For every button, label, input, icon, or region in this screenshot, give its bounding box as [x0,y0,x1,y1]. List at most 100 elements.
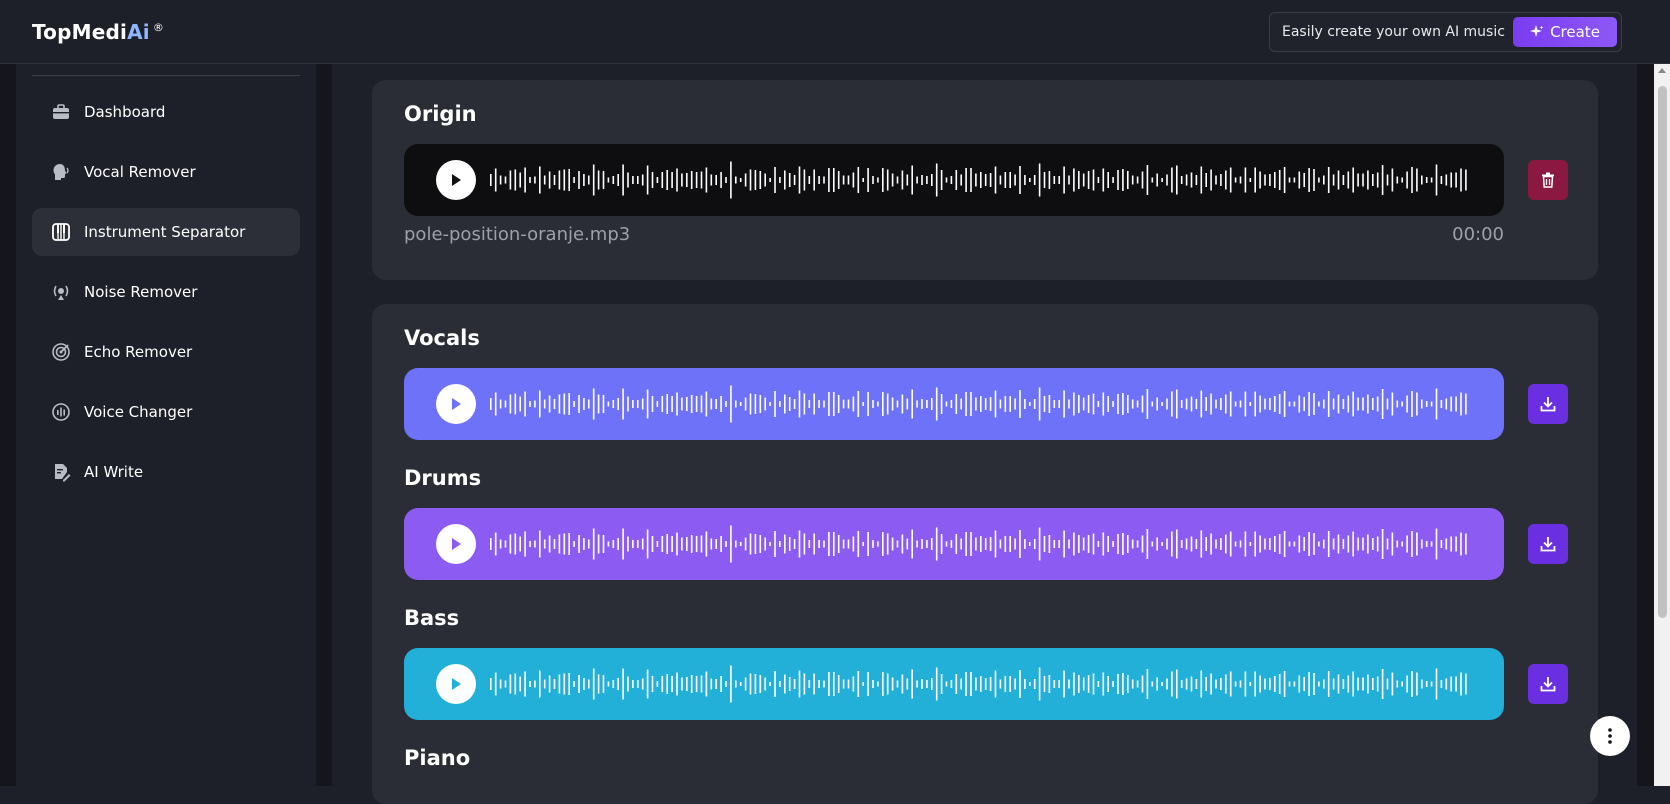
waveform-bar [1122,673,1124,695]
waveform-bar [1303,173,1305,187]
waveform-bar [578,675,580,693]
waveform-bar [950,400,953,408]
waveform-bar [1430,541,1433,547]
waveform-bar [695,172,698,188]
sidebar-item-vocal-remover[interactable]: Vocal Remover [32,148,300,196]
briefcase-icon [50,101,72,123]
waveform-bar [1416,672,1418,696]
waveform-bar [1038,387,1041,421]
play-button[interactable] [436,664,476,704]
scrollbar-thumb[interactable] [1658,86,1667,618]
play-button[interactable] [436,524,476,564]
sidebar-item-label: Vocal Remover [84,163,196,181]
sidebar-item-instrument-separator[interactable]: Instrument Separator [32,208,300,256]
waveform-bar [1440,540,1443,548]
waveform-bar [818,680,820,688]
waveform-bar [828,168,830,192]
waveform[interactable] [490,160,1470,200]
waveform-bar [690,535,693,553]
waveform-bar [1195,679,1198,689]
waveform-bar [1053,400,1056,408]
waveform-bar [1337,170,1340,190]
waveform-bar [1195,399,1198,409]
waveform-bar [1156,173,1158,187]
waveform-bar [534,680,536,688]
waveform-bar [1048,171,1051,189]
waveform[interactable] [490,384,1470,424]
play-button[interactable] [436,160,476,200]
waveform-bar [798,390,801,418]
waveform-bar [739,402,742,406]
delete-button[interactable] [1528,160,1568,200]
waveform-bar [984,678,987,690]
waveform-bar [1220,678,1222,690]
waveform-bar [1171,167,1173,193]
sparkle-icon [1530,25,1544,37]
waveform-bar [509,394,512,414]
waveform-bar [1254,531,1256,557]
waveform[interactable] [490,664,1470,704]
waveform-bar [926,680,928,688]
waveform-bar [563,673,566,695]
scroll-up-arrow[interactable] [1658,68,1666,73]
waveform-bar [926,540,928,548]
waveform-bar [568,169,570,191]
waveform-bar [720,676,722,692]
track-title-bass: Bass [404,606,460,630]
waveform-bar [994,670,997,698]
noise-icon [50,281,72,303]
sidebar-item-label: AI Write [84,463,144,481]
waveform-bar [852,676,855,692]
waveform-bar [1029,402,1031,406]
download-button-drums[interactable] [1528,524,1568,564]
waveform-bar [612,400,615,408]
waveform-bar [1244,531,1247,557]
waveform-bar [1323,539,1325,549]
more-options-button[interactable] [1590,716,1630,756]
waveform-bar [1391,168,1394,192]
create-button[interactable]: Create [1513,17,1617,47]
waveform-bar [534,400,536,408]
sidebar-item-dashboard[interactable]: Dashboard [32,88,300,136]
waveform-bar [1332,174,1335,186]
waveform-bar [1357,397,1359,411]
waveform-bar [602,675,605,693]
sidebar-item-noise-remover[interactable]: Noise Remover [32,268,300,316]
waveform-bar [1087,395,1090,413]
waveform-bar [837,171,840,189]
waveform-bar [1430,401,1433,407]
waveform-bar [739,682,742,686]
create-button-label: Create [1550,23,1600,41]
waveform-bar [940,394,943,414]
waveform-bar [695,536,698,552]
waveform-bar [784,394,786,414]
waveform-bar [1166,538,1168,550]
waveform-bar [539,530,541,558]
waveform-bar [1141,535,1144,553]
waveform-bar [1401,401,1403,407]
waveform-bar [539,670,541,698]
waveform-bar [1347,395,1350,413]
waveform-bar [803,393,806,415]
waveform-bar [818,540,820,548]
waveform-bar [681,677,683,691]
sidebar-item-echo-remover[interactable]: Echo Remover [32,328,300,376]
sidebar-item-ai-write[interactable]: AI Write [32,448,300,496]
waveform-bar [1092,673,1095,695]
waveform-bar [1396,540,1399,548]
waveform-bar [1043,172,1046,188]
download-button-bass[interactable] [1528,664,1568,704]
play-button[interactable] [436,384,476,424]
waveform-bar [1460,168,1462,192]
waveform[interactable] [490,524,1470,564]
waveform-bar [833,532,835,556]
waveform-bar [1406,171,1408,189]
waveform-bar [857,167,860,193]
waveform-bar [592,528,595,560]
sidebar-item-voice-changer[interactable]: Voice Changer [32,388,300,436]
download-button-vocals[interactable] [1528,384,1568,424]
waveform-bar [739,542,742,546]
waveform-bar [994,390,997,418]
logo[interactable]: TopMediAi ® [32,20,164,44]
waveform-bar [656,541,659,547]
